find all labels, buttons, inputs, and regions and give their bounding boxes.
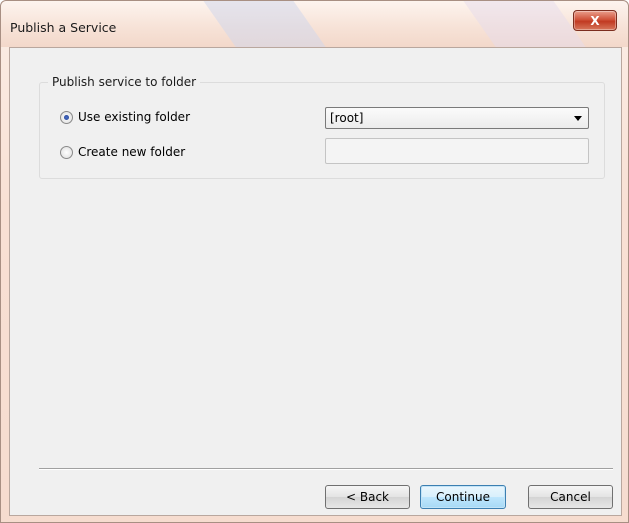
dialog-window: Publish a Service X Publish service to f… (0, 0, 629, 523)
use-existing-folder-label[interactable]: Use existing folder (78, 110, 190, 124)
dropdown-arrow-icon[interactable] (574, 116, 582, 121)
create-new-folder-radio[interactable] (60, 145, 73, 159)
use-existing-folder-radio[interactable] (60, 110, 73, 124)
new-folder-name-input[interactable] (325, 138, 589, 164)
create-new-folder-option[interactable]: Create new folder (60, 145, 185, 159)
title-bar-glass-streak (189, 1, 343, 47)
use-existing-folder-option[interactable]: Use existing folder (60, 110, 190, 124)
publish-folder-group: Publish service to folder Use existing f… (39, 75, 605, 179)
cancel-button[interactable]: Cancel (528, 485, 613, 509)
close-icon: X (590, 13, 600, 28)
dialog-client-area: Publish service to folder Use existing f… (9, 47, 622, 516)
title-bar[interactable]: Publish a Service X (1, 1, 628, 47)
create-new-folder-label[interactable]: Create new folder (78, 145, 185, 159)
close-button[interactable]: X (573, 10, 617, 31)
existing-folder-dropdown[interactable]: [root] (325, 107, 589, 129)
back-button[interactable]: < Back (325, 485, 410, 509)
existing-folder-selected-value: [root] (330, 111, 364, 125)
group-label: Publish service to folder (48, 75, 201, 89)
window-title: Publish a Service (10, 20, 117, 35)
continue-button[interactable]: Continue (420, 485, 506, 509)
footer-divider (39, 468, 613, 470)
